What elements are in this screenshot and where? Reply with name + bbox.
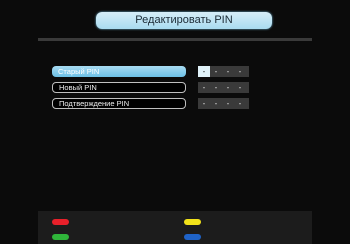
new-pin-label[interactable]: Новый PIN xyxy=(52,82,186,93)
green-key-icon[interactable] xyxy=(52,234,69,240)
color-key-bar xyxy=(38,211,312,244)
new-pin-digit-1[interactable]: - xyxy=(198,82,210,93)
red-key-icon[interactable] xyxy=(52,219,69,225)
confirm-pin-digit-3[interactable]: - xyxy=(222,98,234,109)
new-pin-digit-3[interactable]: - xyxy=(222,82,234,93)
old-pin-digit-4[interactable]: - xyxy=(234,66,246,77)
old-pin-digit-3[interactable]: - xyxy=(222,66,234,77)
confirm-pin-digit-2[interactable]: - xyxy=(210,98,222,109)
old-pin-field[interactable]: - - - - xyxy=(198,66,249,77)
top-divider xyxy=(38,38,312,41)
old-pin-label[interactable]: Старый PIN xyxy=(52,66,186,77)
confirm-pin-label[interactable]: Подтверждение PIN xyxy=(52,98,186,109)
confirm-pin-digit-1[interactable]: - xyxy=(198,98,210,109)
new-pin-digit-2[interactable]: - xyxy=(210,82,222,93)
new-pin-field[interactable]: - - - - xyxy=(198,82,249,93)
old-pin-digit-1[interactable]: - xyxy=(198,66,210,77)
old-pin-digit-2[interactable]: - xyxy=(210,66,222,77)
blue-key-icon[interactable] xyxy=(184,234,201,240)
confirm-pin-field[interactable]: - - - - xyxy=(198,98,249,109)
yellow-key-icon[interactable] xyxy=(184,219,201,225)
new-pin-digit-4[interactable]: - xyxy=(234,82,246,93)
screen: Редактировать PIN Старый PIN - - - - Нов… xyxy=(0,0,350,244)
confirm-pin-digit-4[interactable]: - xyxy=(234,98,246,109)
page-title: Редактировать PIN xyxy=(96,12,272,29)
